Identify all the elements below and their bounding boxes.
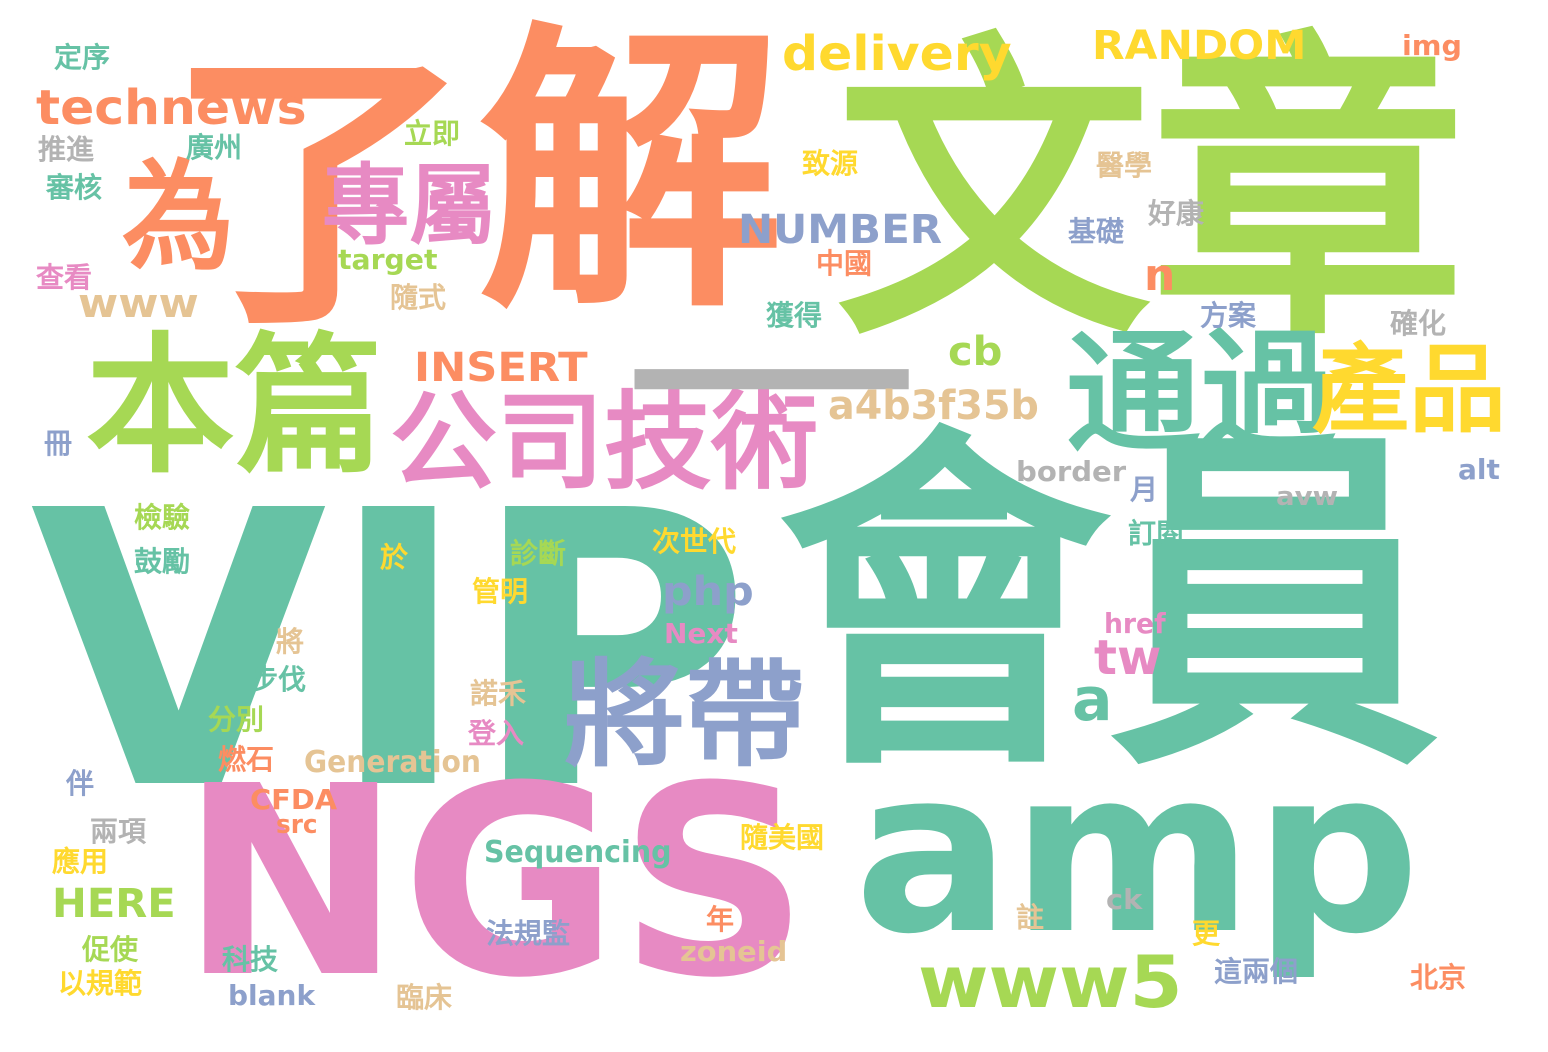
word-alt: alt <box>1458 453 1500 486</box>
word-liangxiang: 兩項 <box>90 815 147 848</box>
word-amp: amp <box>854 721 1421 984</box>
word-zhongguo: 中國 <box>816 247 873 280</box>
word-dingxu: 定序 <box>54 41 111 74</box>
word-tongguo: 通過 <box>1066 317 1336 471</box>
word-number: NUMBER <box>738 207 943 253</box>
word-target: target <box>338 243 438 276</box>
word-cishidai: 次世代 <box>652 525 737 558</box>
word-zhenduan: 診斷 <box>510 537 567 570</box>
word-huode: 獲得 <box>766 299 823 332</box>
word-ranshi: 燃石 <box>218 743 275 776</box>
word-random: RANDOM <box>1092 23 1307 69</box>
word-yue: 月 <box>1130 473 1159 506</box>
word-jichu: 基礎 <box>1068 215 1125 248</box>
word-yiguifan: 以規範 <box>58 967 143 1000</box>
word-haokang: 好康 <box>1148 197 1205 230</box>
word-insert: INSERT <box>414 345 588 391</box>
word-quehua: 確化 <box>1390 307 1447 340</box>
word-cb: cb <box>948 329 1003 375</box>
word-sequencing: Sequencing <box>484 835 672 870</box>
word-liji: 立即 <box>404 117 461 150</box>
word-www: www <box>78 281 199 327</box>
word-suimeiguo: 隨美國 <box>740 821 825 854</box>
word-benpian: 本篇 <box>86 320 384 494</box>
word-keji: 科技 <box>222 943 279 976</box>
word-nuohe: 諾禾 <box>470 677 527 710</box>
word-border: border <box>1016 455 1127 488</box>
word-zhu: 註 <box>1016 901 1045 934</box>
word-faguijian: 法規監 <box>486 917 571 950</box>
word-img: img <box>1402 29 1463 62</box>
word-next: Next <box>664 617 738 650</box>
word-yixue: 醫學 <box>1096 149 1153 182</box>
word-linchuang: 臨床 <box>396 981 453 1014</box>
word-src: src <box>276 810 318 840</box>
word-here: HERE <box>52 881 176 927</box>
word-ban: 伴 <box>66 767 95 800</box>
word-suishi: 隨式 <box>390 281 447 314</box>
word-yingyong: 應用 <box>52 845 109 878</box>
word-generation: Generation <box>304 745 482 780</box>
word-cloud: VIP 會員 文章 解 了 amp NGS 本篇 為 通過 產品 將帶 公司技術… <box>0 0 1548 1052</box>
word-technews: technews <box>36 80 307 136</box>
word-wei: 為 <box>122 148 235 286</box>
word-n: n <box>1144 250 1176 301</box>
word-jiangdai: 將帶 <box>564 648 806 783</box>
word-chakan: 查看 <box>36 261 93 294</box>
word-ce: 冊 <box>44 427 73 460</box>
word-cushi: 促使 <box>82 933 139 966</box>
word-geng: 更 <box>1192 917 1221 950</box>
word-fenbie: 分別 <box>208 703 265 736</box>
word-zheliangge: 這兩個 <box>1214 955 1299 988</box>
word-zoneid: zoneid <box>680 935 788 968</box>
word-guangzhou: 廣州 <box>186 131 243 164</box>
word-php: php <box>662 569 754 615</box>
word-dingyue: 訂閱 <box>1128 517 1185 550</box>
word-jiang: 將 <box>276 625 305 658</box>
word-ck: ck <box>1106 883 1143 916</box>
word-guli: 鼓勵 <box>134 545 191 578</box>
word-shenhe: 審核 <box>46 171 103 204</box>
word-nian: 年 <box>706 903 735 936</box>
word-zhuanshu: 專屬 <box>322 154 497 257</box>
word-dengru: 登入 <box>468 717 525 750</box>
word-zhiyuan: 致源 <box>802 147 859 180</box>
word-guanming: 管明 <box>472 575 529 608</box>
word-delivery: delivery <box>782 26 1012 82</box>
word-tuijin: 推進 <box>38 133 95 166</box>
word-jianyan: 檢驗 <box>134 501 191 534</box>
word-a: a <box>1072 665 1113 735</box>
word-avw: avw <box>1276 482 1339 512</box>
word-blank: blank <box>228 979 316 1012</box>
word-fangan: 方案 <box>1200 299 1257 332</box>
word-chanpin: 產品 <box>1312 334 1506 446</box>
word-bufa: 步伐 <box>250 663 307 696</box>
word-beijing: 北京 <box>1410 961 1467 994</box>
word-yu: 於 <box>380 541 409 574</box>
word-a4b3f35b: a4b3f35b <box>828 383 1039 429</box>
word-www5: www5 <box>918 940 1183 1024</box>
